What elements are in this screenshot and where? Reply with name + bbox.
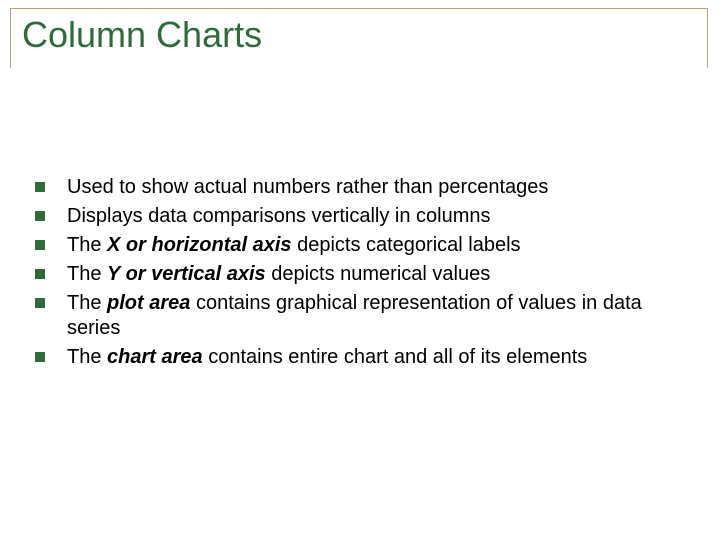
bullet-list: Used to show actual numbers rather than … [35,175,680,374]
bullet-icon [35,211,45,221]
bullet-text: Used to show actual numbers rather than … [67,175,548,200]
bullet-text: Displays data comparisons vertically in … [67,204,491,229]
bullet-icon [35,240,45,250]
bullet-icon [35,182,45,192]
list-item: Used to show actual numbers rather than … [35,175,680,200]
page-title: Column Charts [22,14,266,56]
bullet-icon [35,298,45,308]
list-item: The Y or vertical axis depicts numerical… [35,262,680,287]
bullet-icon [35,269,45,279]
bullet-text: The chart area contains entire chart and… [67,345,587,370]
bullet-text: The Y or vertical axis depicts numerical… [67,262,490,287]
list-item: The chart area contains entire chart and… [35,345,680,370]
bullet-text: The X or horizontal axis depicts categor… [67,233,521,258]
list-item: Displays data comparisons vertically in … [35,204,680,229]
list-item: The plot area contains graphical represe… [35,291,680,341]
bullet-text: The plot area contains graphical represe… [67,291,680,341]
list-item: The X or horizontal axis depicts categor… [35,233,680,258]
bullet-icon [35,352,45,362]
